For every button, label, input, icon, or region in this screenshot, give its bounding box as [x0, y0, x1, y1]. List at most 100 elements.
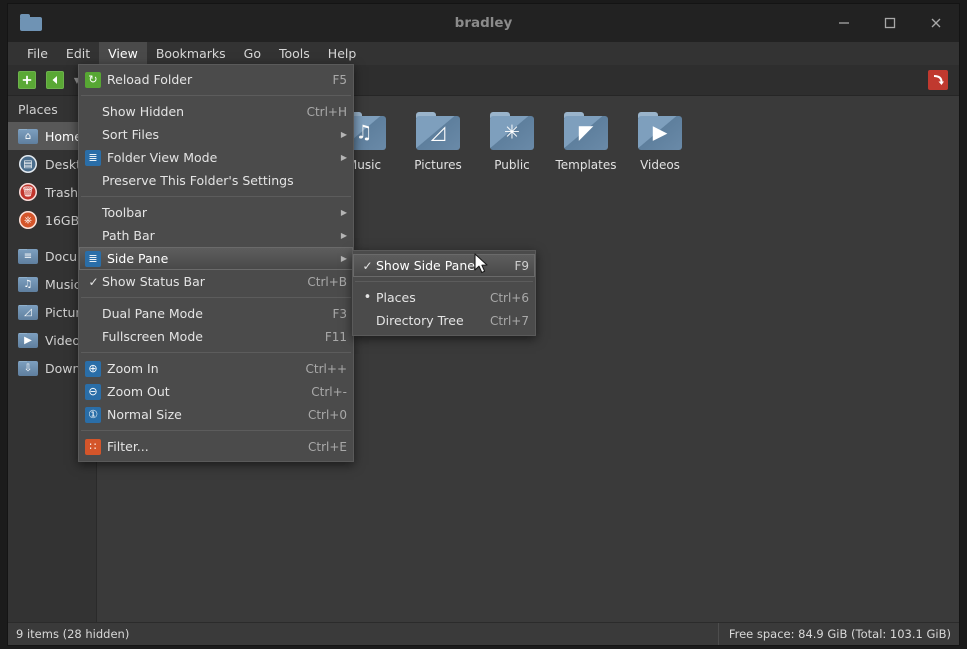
downloads-folder-icon: ⇩ — [18, 358, 38, 378]
new-tab-button[interactable] — [14, 68, 40, 92]
menu-item-accel: Ctrl+B — [307, 275, 347, 289]
menu-separator — [81, 352, 351, 353]
title-bar: bradley — [8, 4, 959, 42]
menu-separator — [81, 196, 351, 197]
menu-go[interactable]: Go — [235, 42, 270, 65]
menu-item-accel: Ctrl++ — [306, 362, 347, 376]
menu-bookmarks[interactable]: Bookmarks — [147, 42, 235, 65]
menu-item-toolbar[interactable]: Toolbar ▶ — [79, 201, 353, 224]
menu-help[interactable]: Help — [319, 42, 366, 65]
menu-view[interactable]: View — [99, 42, 147, 65]
file-item-label: Public — [494, 158, 530, 172]
menu-item-label: Zoom In — [107, 361, 292, 376]
side-pane-submenu: ✓ Show Side Pane F9 • Places Ctrl+6 Dire… — [352, 250, 536, 336]
filter-icon: ∷ — [85, 439, 102, 455]
menu-item-accel: Ctrl+7 — [490, 314, 529, 328]
menu-item-filter[interactable]: ∷ Filter... Ctrl+E — [79, 435, 353, 458]
file-item-public[interactable]: ✳ Public — [477, 110, 547, 172]
menu-item-zoom-out[interactable]: ⊖ Zoom Out Ctrl+- — [79, 380, 353, 403]
file-item-label: Templates — [555, 158, 616, 172]
public-folder-icon: ✳ — [488, 110, 536, 154]
menu-item-accel: Ctrl+0 — [308, 408, 347, 422]
file-item-videos[interactable]: ▶ Videos — [625, 110, 695, 172]
menu-separator — [355, 281, 533, 282]
menu-item-label: Show Status Bar — [102, 274, 293, 289]
file-item-label: Videos — [640, 158, 680, 172]
status-bar: 9 items (28 hidden) Free space: 84.9 GiB… — [8, 622, 959, 645]
zoom-in-icon: ⊕ — [85, 361, 102, 377]
maximize-button[interactable] — [867, 4, 913, 42]
status-free-space: Free space: 84.9 GiB (Total: 103.1 GiB) — [718, 623, 951, 645]
go-jump-button[interactable] — [925, 68, 951, 92]
menu-item-places[interactable]: • Places Ctrl+6 — [353, 286, 535, 309]
menu-item-sort-files[interactable]: Sort Files ▶ — [79, 123, 353, 146]
menu-item-label: Filter... — [107, 439, 294, 454]
menu-item-normal-size[interactable]: ① Normal Size Ctrl+0 — [79, 403, 353, 426]
pictures-folder-icon: ◿ — [18, 302, 38, 322]
menu-item-fullscreen-mode[interactable]: Fullscreen Mode F11 — [79, 325, 353, 348]
menu-item-show-status-bar[interactable]: ✓ Show Status Bar Ctrl+B — [79, 270, 353, 293]
menu-item-label: Fullscreen Mode — [102, 329, 311, 344]
desktop-icon: ▤ — [18, 154, 38, 174]
videos-folder-icon: ▶ — [636, 110, 684, 154]
menu-tools[interactable]: Tools — [270, 42, 319, 65]
menu-item-accel: Ctrl+H — [307, 105, 347, 119]
menu-item-accel: F9 — [514, 259, 529, 273]
zoom-out-icon: ⊖ — [85, 384, 102, 400]
menu-item-dual-pane-mode[interactable]: Dual Pane Mode F3 — [79, 302, 353, 325]
menu-item-label: Places — [376, 290, 476, 305]
menu-edit[interactable]: Edit — [57, 42, 99, 65]
status-item-count: 9 items (28 hidden) — [16, 627, 129, 641]
menu-item-label: Directory Tree — [376, 313, 476, 328]
menu-item-accel: Ctrl+E — [308, 440, 347, 454]
back-button[interactable] — [42, 68, 68, 92]
videos-folder-icon: ▶ — [18, 330, 38, 350]
menu-file[interactable]: File — [18, 42, 57, 65]
reload-icon: ↻ — [85, 72, 102, 88]
menu-item-show-side-pane[interactable]: ✓ Show Side Pane F9 — [353, 254, 535, 277]
submenu-arrow-icon: ▶ — [341, 208, 347, 217]
radio-selected-icon: • — [359, 291, 376, 304]
menu-item-reload-folder[interactable]: ↻ Reload Folder F5 — [79, 68, 353, 91]
view-dropdown-menu: ↻ Reload Folder F5 Show Hidden Ctrl+H So… — [78, 64, 354, 462]
close-button[interactable] — [913, 4, 959, 42]
menu-item-folder-view-mode[interactable]: ≣ Folder View Mode ▶ — [79, 146, 353, 169]
pictures-folder-icon: ◿ — [414, 110, 462, 154]
menu-item-accel: F11 — [325, 330, 347, 344]
menu-item-label: Normal Size — [107, 407, 294, 422]
menu-separator — [81, 95, 351, 96]
menu-item-label: Show Hidden — [102, 104, 293, 119]
screen: bradley File Edit View Bookmarks Go Tool… — [0, 0, 967, 649]
sidebar-item-label: Home — [45, 129, 82, 144]
file-item-templates[interactable]: ◤ Templates — [551, 110, 621, 172]
menu-item-label: Preserve This Folder's Settings — [102, 173, 347, 188]
menu-item-zoom-in[interactable]: ⊕ Zoom In Ctrl++ — [79, 357, 353, 380]
templates-folder-icon: ◤ — [562, 110, 610, 154]
submenu-arrow-icon: ▶ — [341, 130, 347, 139]
window-title: bradley — [8, 15, 959, 31]
menu-item-label: Sort Files — [102, 127, 331, 142]
go-jump-icon — [928, 70, 948, 90]
side-pane-icon: ≣ — [85, 251, 102, 267]
menu-separator — [81, 297, 351, 298]
menu-item-accel: F5 — [332, 73, 347, 87]
minimize-button[interactable] — [821, 4, 867, 42]
documents-folder-icon: ≡ — [18, 246, 38, 266]
menu-item-label: Reload Folder — [107, 72, 318, 87]
menu-item-label: Side Pane — [107, 251, 331, 266]
menu-separator — [81, 430, 351, 431]
usb-drive-icon: ⎈ — [18, 210, 38, 230]
menu-item-directory-tree[interactable]: Directory Tree Ctrl+7 — [353, 309, 535, 332]
menu-item-accel: Ctrl+6 — [490, 291, 529, 305]
menu-item-preserve-folder-settings[interactable]: Preserve This Folder's Settings — [79, 169, 353, 192]
menu-item-show-hidden[interactable]: Show Hidden Ctrl+H — [79, 100, 353, 123]
menu-item-label: Path Bar — [102, 228, 331, 243]
menu-item-label: Dual Pane Mode — [102, 306, 318, 321]
menu-item-side-pane[interactable]: ≣ Side Pane ▶ — [79, 247, 353, 270]
menu-item-path-bar[interactable]: Path Bar ▶ — [79, 224, 353, 247]
file-item-label: Pictures — [414, 158, 462, 172]
back-arrow-icon — [46, 71, 64, 89]
file-item-pictures[interactable]: ◿ Pictures — [403, 110, 473, 172]
normal-size-icon: ① — [85, 407, 102, 423]
home-folder-icon: ⌂ — [18, 126, 38, 146]
